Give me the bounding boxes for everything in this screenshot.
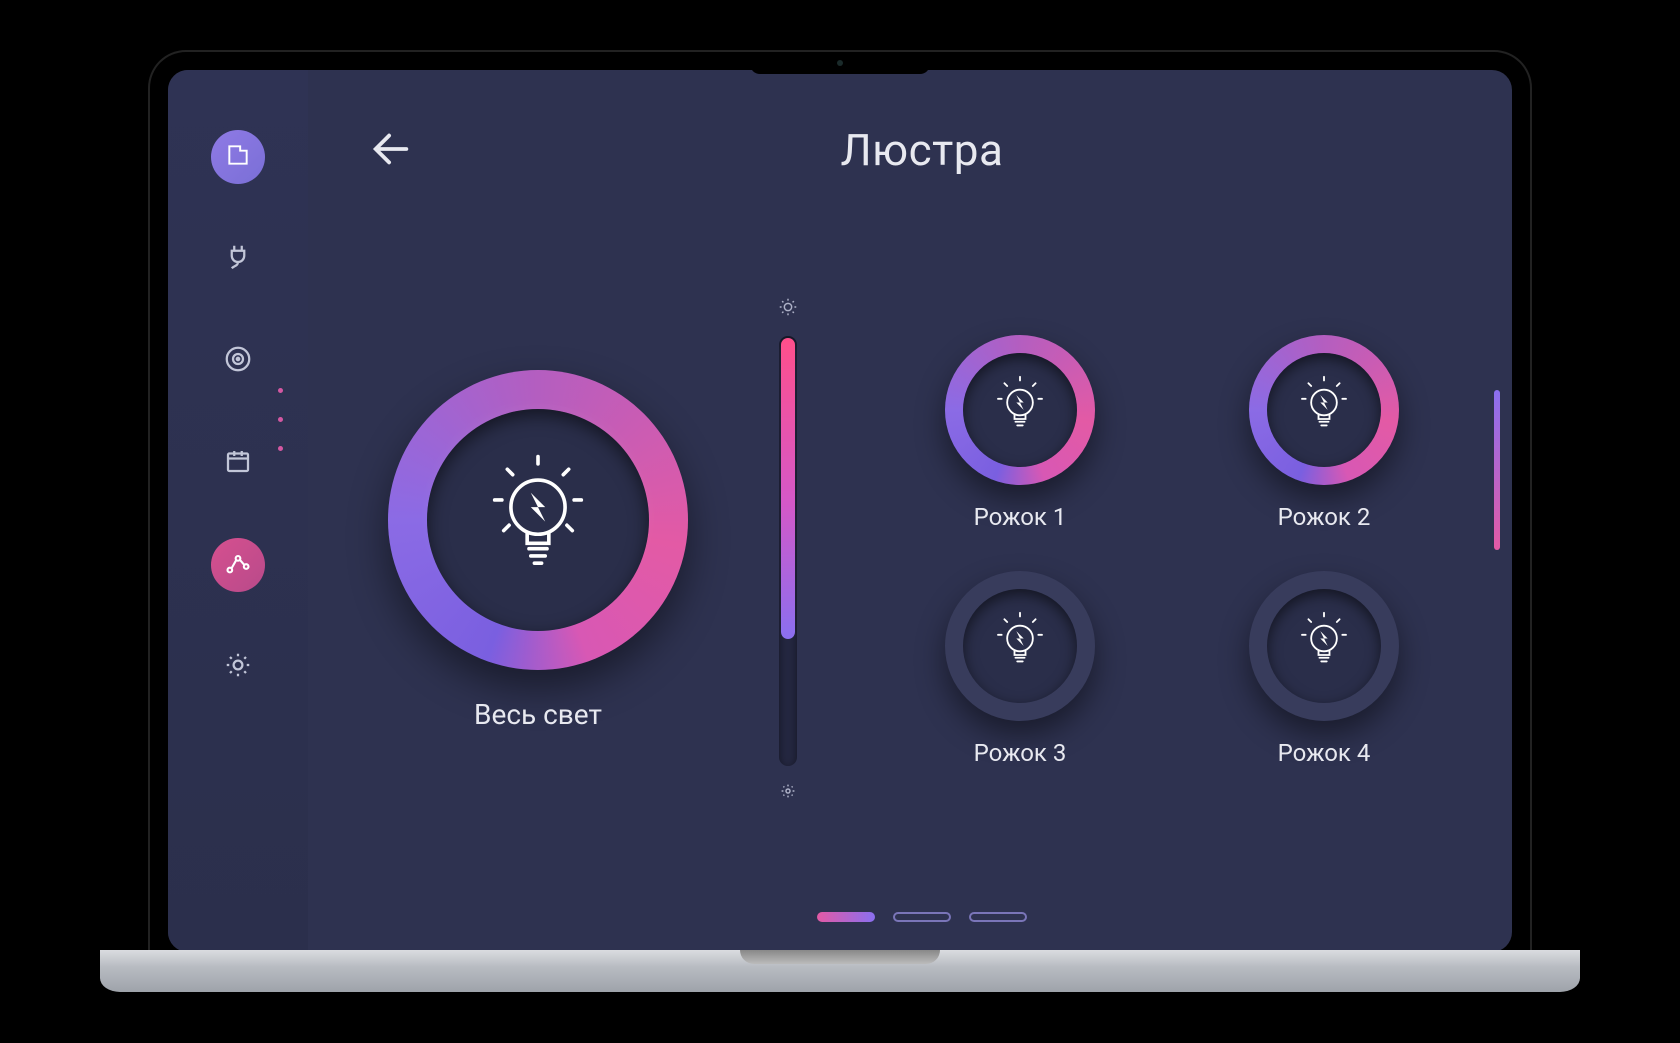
gear-icon bbox=[223, 650, 253, 684]
bulb-inner bbox=[963, 589, 1077, 703]
brightness-slider[interactable] bbox=[779, 336, 797, 766]
bulb-tile: Рожок 4 bbox=[1192, 571, 1456, 767]
back-button[interactable] bbox=[368, 126, 414, 176]
sidebar-item-home[interactable] bbox=[211, 130, 265, 184]
sidebar-item-graph[interactable] bbox=[211, 538, 265, 592]
pager-dot-2[interactable] bbox=[893, 912, 951, 922]
bulb-label: Рожок 3 bbox=[974, 739, 1067, 767]
plug-icon bbox=[223, 242, 253, 276]
bulb-icon bbox=[483, 453, 593, 587]
bulb-inner bbox=[1267, 353, 1381, 467]
main-light-toggle[interactable] bbox=[388, 370, 688, 670]
brightness-low-icon bbox=[777, 780, 799, 806]
laptop-base bbox=[100, 950, 1580, 992]
bulb-toggle-3[interactable] bbox=[945, 571, 1095, 721]
app-screen: Люстра bbox=[168, 70, 1512, 952]
home-icon bbox=[225, 142, 251, 172]
page-title: Люстра bbox=[841, 124, 1004, 176]
bulb-label: Рожок 4 bbox=[1278, 739, 1371, 767]
laptop-notch bbox=[750, 52, 930, 74]
sidebar bbox=[168, 70, 308, 952]
sidebar-item-disc[interactable] bbox=[211, 334, 265, 388]
sidebar-item-settings[interactable] bbox=[211, 640, 265, 694]
brightness-slider-column bbox=[748, 296, 828, 806]
main-light-inner bbox=[427, 409, 649, 631]
calendar-icon bbox=[223, 446, 253, 480]
sidebar-indicator-dots bbox=[278, 388, 283, 451]
bulb-icon bbox=[991, 375, 1049, 445]
bulb-tile: Рожок 2 bbox=[1192, 335, 1456, 531]
main-light-label: Весь свет bbox=[474, 698, 602, 731]
header: Люстра bbox=[368, 120, 1476, 180]
bulb-label: Рожок 2 bbox=[1278, 503, 1371, 531]
bulb-toggle-4[interactable] bbox=[1249, 571, 1399, 721]
bulb-grid: Рожок 1 Рожок 2 Рожок 3 Рожок 4 bbox=[868, 315, 1476, 787]
bulb-label: Рожок 1 bbox=[974, 503, 1067, 531]
main-light-column: Весь свет bbox=[368, 370, 708, 731]
sidebar-item-calendar[interactable] bbox=[211, 436, 265, 490]
bulb-tile: Рожок 1 bbox=[888, 335, 1152, 531]
laptop-frame: Люстра bbox=[150, 52, 1530, 952]
graph-icon bbox=[224, 549, 252, 581]
pager-row bbox=[368, 912, 1476, 922]
bulb-icon bbox=[1295, 611, 1353, 681]
bulb-inner bbox=[1267, 589, 1381, 703]
bulb-toggle-2[interactable] bbox=[1249, 335, 1399, 485]
bulb-tile: Рожок 3 bbox=[888, 571, 1152, 767]
brightness-high-icon bbox=[777, 296, 799, 322]
scroll-accent bbox=[1494, 390, 1500, 550]
bulb-inner bbox=[963, 353, 1077, 467]
bulb-icon bbox=[991, 611, 1049, 681]
pager-dot-1[interactable] bbox=[817, 912, 875, 922]
bulb-icon bbox=[1295, 375, 1353, 445]
arrow-left-icon bbox=[368, 157, 414, 176]
content-row: Весь свет bbox=[368, 200, 1476, 902]
main-panel: Люстра bbox=[308, 70, 1512, 952]
sidebar-item-plug[interactable] bbox=[211, 232, 265, 286]
disc-icon bbox=[223, 344, 253, 378]
pager-dot-3[interactable] bbox=[969, 912, 1027, 922]
bulb-toggle-1[interactable] bbox=[945, 335, 1095, 485]
brightness-slider-fill bbox=[781, 338, 795, 639]
